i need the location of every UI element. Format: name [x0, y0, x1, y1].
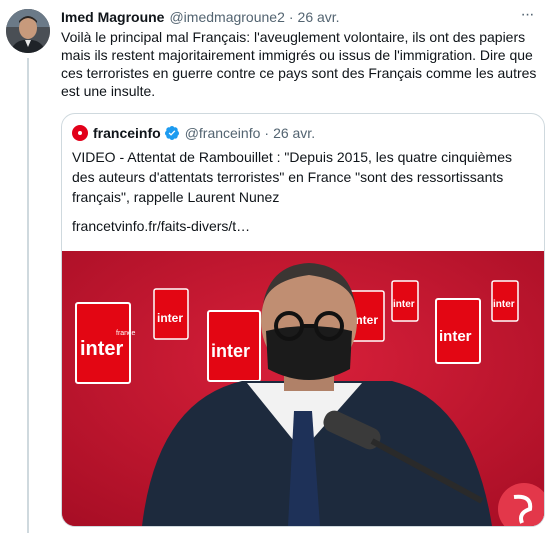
quote-text: VIDEO - Attentat de Rambouillet : "Depui…	[72, 149, 512, 205]
author-handle[interactable]: @imedmagroune2	[169, 9, 284, 25]
separator-dot: ·	[288, 9, 294, 25]
logo-word-text: inter	[393, 299, 415, 310]
tweet[interactable]: Imed Magroune @imedmagroune2 · 26 avr. ·…	[0, 0, 550, 533]
quote-link[interactable]: francetvinfo.fr/faits-divers/t…	[72, 218, 250, 234]
logo-word-text: inter	[157, 311, 183, 325]
quote-separator-dot: ·	[264, 125, 270, 141]
video-thumbnail[interactable]: france inter inter inter inter inter int…	[62, 251, 544, 526]
quote-author-handle[interactable]: @franceinfo	[185, 125, 261, 141]
author-name[interactable]: Imed Magroune	[61, 9, 164, 25]
logo-word-text: inter	[211, 341, 250, 361]
logo-word-text: inter	[80, 338, 124, 360]
quote-header: franceinfo @franceinfo · 26 avr.	[72, 124, 315, 142]
logo-word-text: inter	[439, 328, 472, 345]
quoted-tweet[interactable]: franceinfo @franceinfo · 26 avr. VIDEO -…	[61, 113, 545, 527]
logo-small-text: france	[116, 330, 136, 337]
verified-badge-icon	[164, 125, 180, 141]
tweet-text: Voilà le principal mal Français: l'aveug…	[61, 29, 537, 99]
more-horizontal-icon[interactable]: ···	[518, 7, 536, 24]
thread-line	[27, 58, 29, 533]
logo-word-text: inter	[493, 299, 515, 310]
tweet-time[interactable]: 26 avr.	[298, 9, 340, 25]
franceinfo-logo-icon[interactable]	[72, 125, 88, 141]
quote-time[interactable]: 26 avr.	[273, 125, 315, 141]
avatar[interactable]	[6, 9, 50, 53]
quote-author-name[interactable]: franceinfo	[93, 125, 161, 141]
tweet-header: Imed Magroune @imedmagroune2 · 26 avr.	[61, 8, 340, 26]
